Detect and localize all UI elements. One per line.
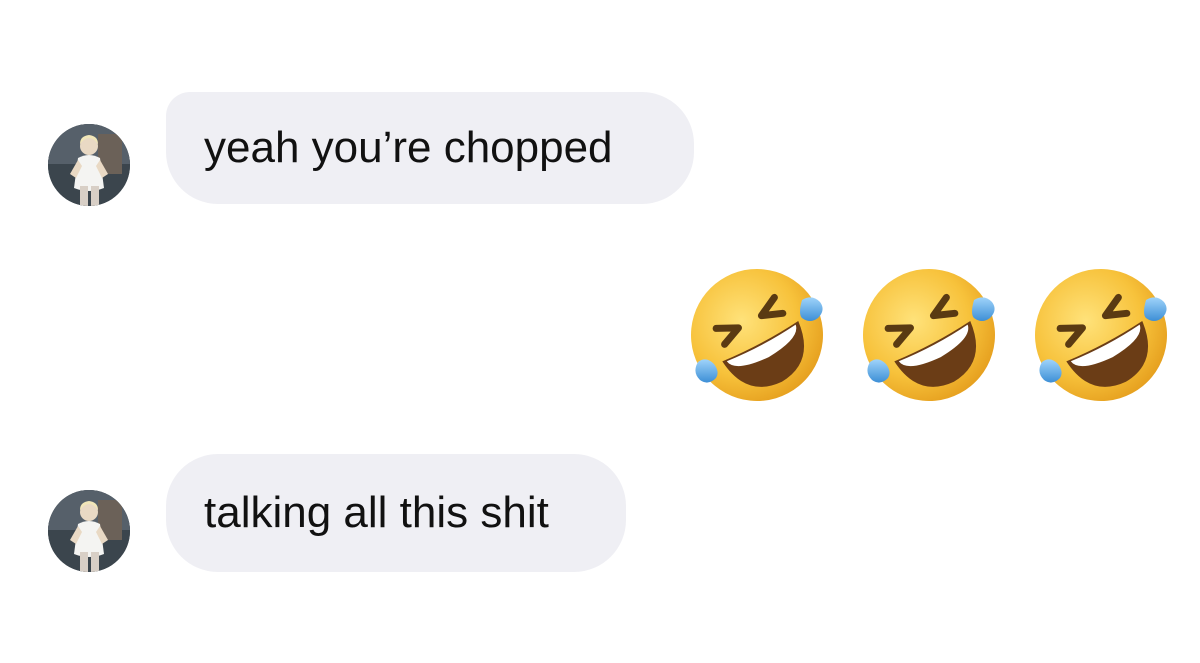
rolling-on-floor-laughing-emoji-icon — [856, 262, 1002, 408]
outgoing-emoji-message[interactable] — [684, 262, 1174, 408]
sender-avatar[interactable] — [48, 124, 130, 206]
rolling-on-floor-laughing-emoji-icon — [1028, 262, 1174, 408]
message-text: talking all this shit — [204, 488, 549, 537]
person-photo-avatar-icon — [48, 124, 130, 206]
rolling-on-floor-laughing-emoji-icon — [684, 262, 830, 408]
incoming-message-bubble[interactable]: talking all this shit — [166, 454, 626, 572]
message-text: yeah you’re chopped — [204, 123, 613, 172]
person-photo-avatar-icon — [48, 490, 130, 572]
sender-avatar[interactable] — [48, 490, 130, 572]
incoming-message-bubble[interactable]: yeah you’re chopped — [166, 92, 694, 204]
message-thread: yeah you’re chopped talking all this shi… — [0, 0, 1200, 663]
